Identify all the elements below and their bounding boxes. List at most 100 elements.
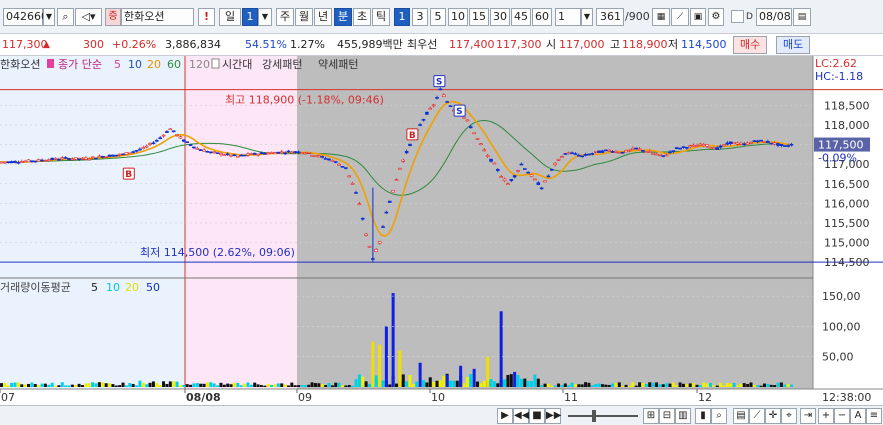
candle-body — [421, 119, 426, 121]
period-year-button[interactable]: 년 — [314, 8, 332, 26]
zoom-in-icon[interactable]: + — [818, 408, 834, 424]
sell-button[interactable]: 매도 — [776, 36, 811, 54]
volume-bar — [118, 385, 122, 387]
volume-bar — [381, 380, 385, 387]
candle-body — [549, 169, 554, 171]
volume-bar — [121, 382, 125, 387]
minute-step-10[interactable]: 10 — [448, 8, 468, 26]
date-checkbox[interactable] — [731, 10, 744, 23]
period-day-button[interactable]: 일 — [219, 8, 241, 26]
speaker-icon[interactable]: ◁▾ — [75, 8, 102, 26]
legend-check-icon — [211, 58, 220, 69]
minute-step-3[interactable]: 3 — [412, 8, 428, 26]
candle-body — [701, 144, 706, 147]
buy-button[interactable]: 매수 — [733, 36, 768, 54]
candle-body — [23, 160, 27, 163]
volume-bar — [104, 383, 108, 387]
date-input[interactable]: 08/08 — [756, 8, 792, 26]
count-input[interactable]: 1 — [555, 8, 581, 26]
period-month-button[interactable]: 월 — [295, 8, 313, 26]
volume-bar — [50, 382, 54, 387]
magnifier-icon[interactable]: ⌕ — [711, 408, 727, 424]
volume-bar — [712, 385, 716, 387]
scroll-end-icon[interactable]: ⇥ — [800, 408, 816, 424]
candle-body — [705, 144, 709, 147]
volume-bar — [293, 385, 297, 387]
play-icon[interactable]: ▶ — [497, 408, 513, 424]
volume-bar — [91, 382, 95, 387]
volume-bar — [239, 385, 243, 387]
bar-chart-icon[interactable]: ▤ — [733, 408, 749, 424]
volume-bar — [607, 384, 611, 387]
stock-code-input[interactable]: 042660 — [3, 8, 48, 26]
minute-step-45[interactable]: 45 — [511, 8, 531, 26]
candle-style-icon[interactable]: ▮ — [695, 408, 711, 424]
minute-step-30[interactable]: 30 — [490, 8, 510, 26]
zoom-slider-handle[interactable] — [592, 410, 596, 422]
line-chart-icon[interactable]: ⟋ — [749, 408, 765, 424]
candle-body — [256, 153, 260, 156]
count-dropdown-icon[interactable]: ▼ — [581, 8, 593, 26]
minute-step-60[interactable]: 60 — [532, 8, 552, 26]
minute-step-5[interactable]: 5 — [430, 8, 446, 26]
volume-bar — [773, 385, 777, 387]
period-week-button[interactable]: 주 — [276, 8, 294, 26]
time-tick-label: 09 — [298, 391, 312, 404]
gear-icon[interactable]: ⚙ — [708, 8, 724, 26]
calendar-icon[interactable]: ▤ — [793, 8, 811, 26]
volume-bar — [67, 385, 71, 387]
price-change-pct: +0.26% — [112, 38, 157, 51]
minute-step-15[interactable]: 15 — [469, 8, 489, 26]
candle-body — [755, 140, 760, 143]
stop-icon[interactable]: ■ — [529, 408, 545, 424]
forward-icon[interactable]: ▶▶ — [545, 408, 561, 424]
candle-body — [583, 154, 588, 156]
candle-body — [698, 143, 703, 146]
overlay-icon[interactable]: ⊟ — [659, 408, 675, 424]
candle-body — [620, 151, 625, 154]
search-icon[interactable]: ⌕ — [57, 8, 74, 26]
volume-bar — [708, 382, 712, 387]
volume-bar — [40, 383, 44, 387]
candle-body — [789, 143, 794, 146]
code-dropdown-icon[interactable]: ▼ — [43, 8, 55, 26]
rewind-icon[interactable]: ◀◀ — [513, 408, 529, 424]
zoom-out-icon[interactable]: − — [834, 408, 850, 424]
layout-icon[interactable]: ▥ — [675, 408, 691, 424]
candle-body — [462, 116, 466, 119]
volume-bar — [486, 356, 490, 387]
period-count-field[interactable]: 1 — [242, 8, 258, 26]
grid-tool-icon[interactable]: ▦ — [652, 8, 670, 26]
volume-bar — [746, 384, 750, 387]
volume-bar — [570, 382, 574, 387]
candle-body — [188, 144, 193, 146]
more-icon[interactable]: ≡ — [866, 408, 882, 424]
text-size-icon[interactable]: A — [850, 408, 866, 424]
period-tick-button[interactable]: 틱 — [372, 8, 390, 26]
cursor-icon[interactable]: ⌖ — [781, 408, 797, 424]
volume-tick-label: 150,00 — [822, 290, 861, 303]
candle-body — [344, 167, 348, 169]
crosshair-icon[interactable]: ✛ — [765, 408, 781, 424]
alert-button[interactable]: ! — [198, 8, 215, 26]
volume-bar — [617, 382, 621, 387]
candle-body — [87, 158, 92, 161]
chart-area[interactable]: SSBB 한화오션 종가 단순 5 10 20 60 120 시간대 강세패턴 … — [0, 56, 883, 405]
period-second-button[interactable]: 초 — [353, 8, 371, 26]
line-tool-icon[interactable]: ⟋ — [671, 8, 689, 26]
stock-name-field[interactable]: 한화오션 — [121, 8, 194, 26]
volume-bar — [108, 383, 112, 387]
zoom-slider-track[interactable] — [568, 415, 638, 417]
volume-bar — [172, 381, 176, 387]
period-dropdown-icon[interactable]: ▼ — [258, 8, 272, 26]
volume-bar — [627, 385, 631, 387]
compare-icon[interactable]: ⊞ — [643, 408, 659, 424]
volume-bar — [81, 385, 85, 387]
candle-body — [776, 143, 780, 146]
range-input[interactable]: 361 — [596, 8, 624, 26]
minute-step-1[interactable]: 1 — [394, 8, 410, 26]
prev-session-bg — [0, 56, 185, 389]
save-icon[interactable]: ▣ — [690, 8, 706, 26]
period-minute-button[interactable]: 분 — [334, 8, 352, 26]
candle-body — [381, 226, 385, 228]
